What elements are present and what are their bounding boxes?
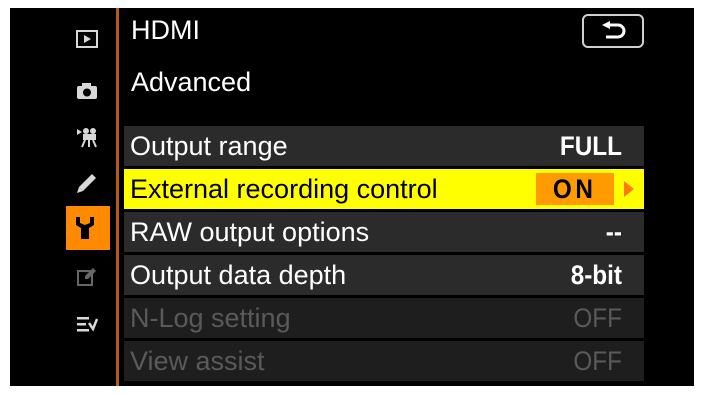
menu-item-value: OFF: [573, 346, 622, 376]
return-arrow-icon: [602, 21, 626, 39]
menu-item-label: RAW output options: [130, 217, 370, 247]
retouch-icon[interactable]: [76, 266, 98, 288]
camera-menu-screen: HDMI Advanced Output range FULL External…: [10, 8, 694, 386]
page-title: HDMI: [131, 15, 200, 45]
menu-item-value: ON: [552, 174, 596, 204]
submenu-arrow-icon[interactable]: [624, 181, 634, 197]
menu-item-external-recording-control[interactable]: External recording control ON: [124, 169, 644, 209]
menu-item-n-log-setting: N-Log setting OFF: [124, 298, 644, 338]
menu-item-label: External recording control: [130, 174, 438, 204]
menu-item-raw-output-options[interactable]: RAW output options --: [124, 212, 644, 252]
back-button[interactable]: [582, 14, 644, 48]
playback-icon[interactable]: [76, 28, 98, 50]
photo-shooting-icon[interactable]: [76, 80, 98, 102]
rail-divider: [116, 8, 119, 386]
menu-tab-rail: [10, 8, 118, 386]
my-menu-icon[interactable]: [76, 314, 98, 336]
menu-item-view-assist: View assist OFF: [124, 341, 644, 381]
setup-wrench-icon[interactable]: [76, 217, 98, 239]
menu-item-label: Output data depth: [130, 260, 347, 290]
menu-item-value: FULL: [559, 131, 622, 161]
menu-item-value: --: [605, 217, 622, 247]
menu-item-value: 8-bit: [570, 260, 622, 290]
menu-item-label: Output range: [130, 131, 288, 161]
menu-item-output-data-depth[interactable]: Output data depth 8-bit: [124, 255, 644, 295]
menu-item-value: OFF: [573, 303, 622, 333]
menu-item-output-range[interactable]: Output range FULL: [124, 126, 644, 166]
page-subtitle: Advanced: [131, 67, 252, 97]
custom-settings-pencil-icon[interactable]: [76, 172, 98, 194]
menu-item-label: N-Log setting: [130, 303, 291, 333]
hdmi-advanced-menu: Output range FULL External recording con…: [124, 126, 644, 384]
menu-item-label: View assist: [130, 346, 265, 376]
movie-shooting-icon[interactable]: [76, 126, 98, 148]
